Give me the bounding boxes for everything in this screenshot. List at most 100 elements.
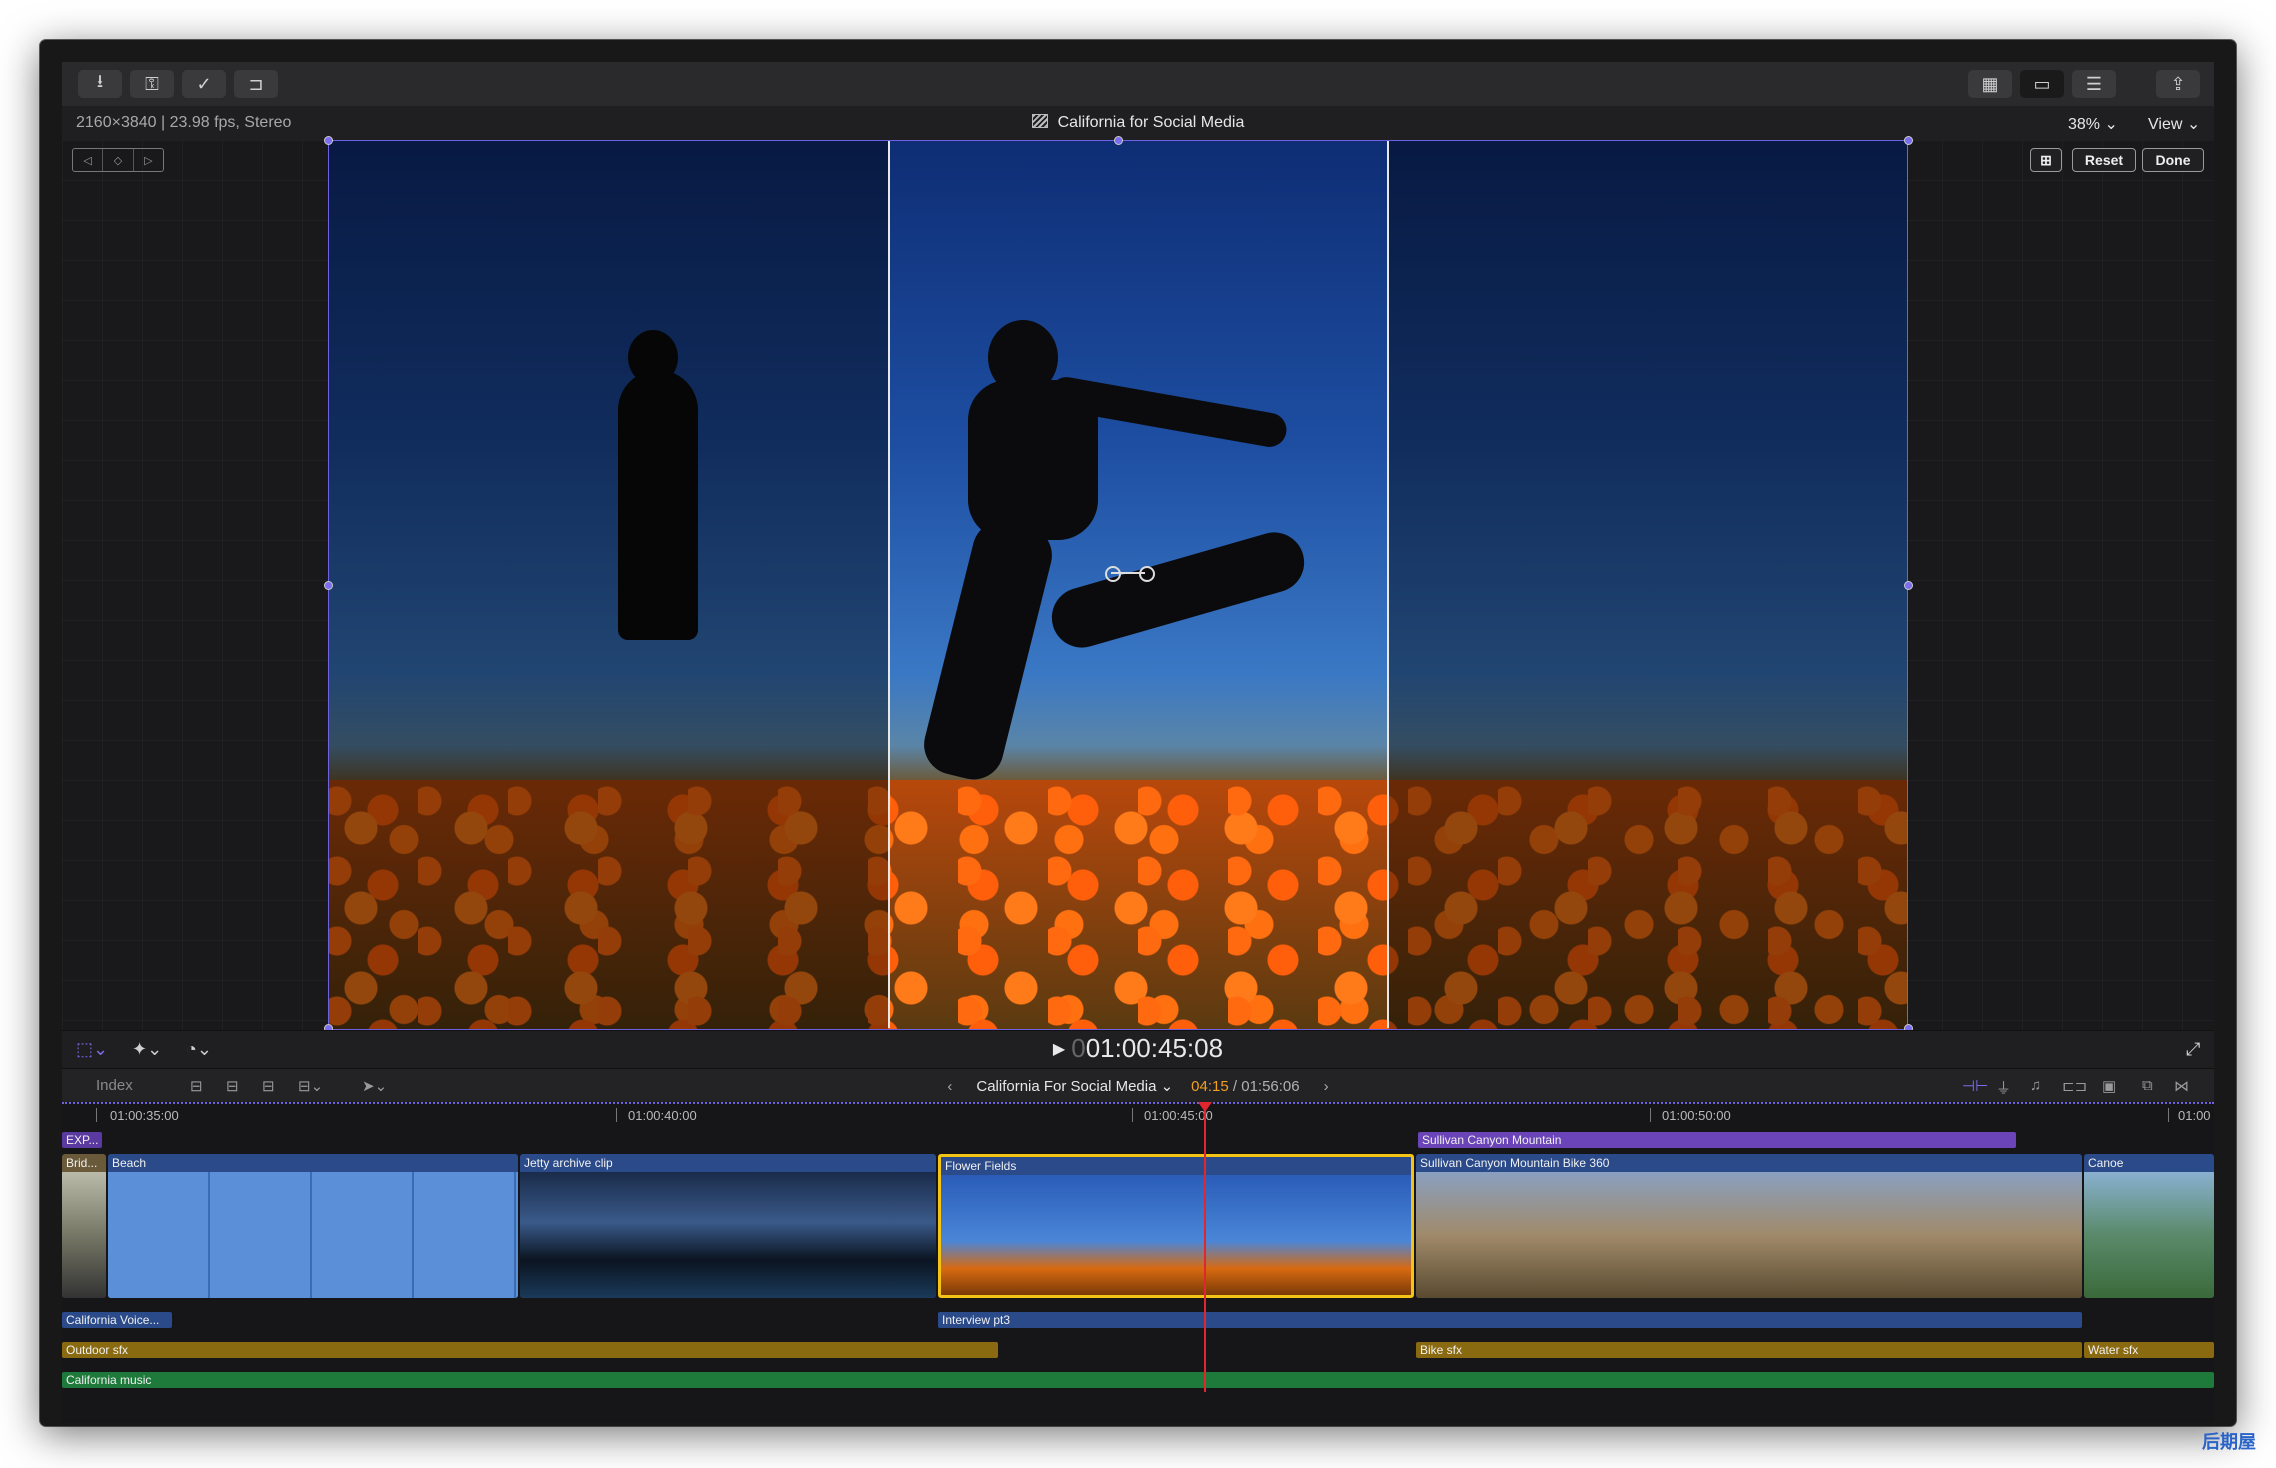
analyze-icon: ✓ bbox=[196, 73, 212, 94]
clip-bridge[interactable]: Brid... bbox=[62, 1154, 106, 1298]
ruler-label: 01:00:35:00 bbox=[110, 1108, 179, 1123]
share-icon: ⇪ bbox=[2170, 73, 2186, 94]
clip-thumbnails bbox=[1416, 1172, 2082, 1298]
transform-handle-mr[interactable] bbox=[1904, 581, 1913, 590]
keywords-icon: ⚿ bbox=[145, 73, 159, 94]
timeline-ruler[interactable]: 01:00:35:00 01:00:40:00 01:00:45:00 01:0… bbox=[62, 1102, 2214, 1124]
crop-mode-icon: ⊞ bbox=[2040, 151, 2052, 168]
zoom-menu[interactable]: 38% ⌄ bbox=[2068, 114, 2118, 134]
snapping-icon[interactable]: ⊏⊐ bbox=[2062, 1077, 2087, 1095]
effects-browser-icon[interactable]: ⧉ bbox=[2142, 1077, 2153, 1094]
app-window: ⭳ ⚿ ✓ ⊐ ▦ ▭ ☰ ⇪ 2160×3840 | 23.98 fps, S… bbox=[40, 40, 2236, 1426]
audio-california-voice[interactable]: California Voice... bbox=[62, 1312, 172, 1328]
clip-thumbnails bbox=[108, 1172, 518, 1298]
done-button[interactable]: Done bbox=[2142, 148, 2204, 172]
reset-button[interactable]: Reset bbox=[2072, 148, 2136, 172]
inspector-icon: ☰ bbox=[2085, 73, 2103, 94]
previous-keyframe-icon[interactable]: ◁ bbox=[73, 149, 104, 171]
anchor-point-icon[interactable] bbox=[1105, 566, 1121, 582]
ruler-tick bbox=[2168, 1108, 2169, 1122]
clip-label: Sullivan Canyon Mountain Bike 360 bbox=[1420, 1156, 1610, 1170]
audio-skimming-icon[interactable]: ⏚ bbox=[1996, 1077, 2011, 1098]
playhead[interactable] bbox=[1204, 1102, 1206, 1392]
project-duration: / 01:56:06 bbox=[1232, 1078, 1300, 1095]
share-tag-icon: ⊐ bbox=[248, 73, 264, 94]
crop-region[interactable] bbox=[888, 140, 1389, 1028]
ruler-tick bbox=[1132, 1108, 1133, 1122]
audio-california-music[interactable]: California music bbox=[62, 1372, 2214, 1388]
ruler-label: 01:00 bbox=[2178, 1108, 2211, 1123]
view-menu[interactable]: View ⌄ bbox=[2148, 114, 2200, 134]
crop-mode-button[interactable]: ⊞ bbox=[2030, 148, 2062, 172]
clip-sullivan-bike[interactable]: Sullivan Canyon Mountain Bike 360 bbox=[1416, 1154, 2082, 1298]
transport-bar: ⬚⌄ ✦⌄ ◔⌄ ▶ 001:00:45:08 ⤢ bbox=[62, 1030, 2214, 1069]
project-navigator: ‹ California For Social Media ⌄ 04:15 / 01… bbox=[62, 1077, 2214, 1095]
ruler-tick bbox=[616, 1108, 617, 1122]
keywords-button[interactable]: ⚿ bbox=[130, 70, 174, 98]
clip-label: Flower Fields bbox=[945, 1159, 1017, 1173]
viewer: ◁ ◇ ▷ ⊞ Reset Done bbox=[62, 136, 2214, 1033]
timeline-project-name[interactable]: California For Social Media ⌄ bbox=[976, 1078, 1173, 1095]
skimming-icon[interactable]: ⊣⊢ bbox=[1962, 1077, 1988, 1095]
current-position: 04:15 bbox=[1191, 1078, 1229, 1095]
video-frame[interactable] bbox=[328, 140, 1908, 1030]
share-tag-button[interactable]: ⊐ bbox=[234, 70, 278, 98]
grid-view-button[interactable]: ▦ bbox=[1968, 70, 2012, 98]
crop-dim-left bbox=[328, 140, 888, 1030]
share-button[interactable]: ⇪ bbox=[2156, 70, 2200, 98]
keyframe-controls: ◁ ◇ ▷ bbox=[72, 148, 164, 172]
clip-label: Canoe bbox=[2088, 1156, 2124, 1170]
connected-title-exp[interactable]: EXP... bbox=[62, 1132, 102, 1148]
playhead-marker[interactable] bbox=[1198, 1102, 1212, 1112]
add-keyframe-icon[interactable]: ◇ bbox=[103, 149, 134, 171]
audio-bike-sfx[interactable]: Bike sfx bbox=[1416, 1342, 2082, 1358]
watermark: 后期屋 bbox=[2202, 1432, 2256, 1452]
next-keyframe-icon[interactable]: ▷ bbox=[134, 149, 163, 171]
timecode: 01:00:45:08 bbox=[1085, 1033, 1224, 1063]
final-cut-pro: ⭳ ⚿ ✓ ⊐ ▦ ▭ ☰ ⇪ 2160×3840 | 23.98 fps, S… bbox=[62, 62, 2214, 1422]
audio-water-sfx[interactable]: Water sfx bbox=[2084, 1342, 2214, 1358]
filmstrip-view-button[interactable]: ▭ bbox=[2020, 70, 2064, 98]
project-title: California for Social Media bbox=[1057, 114, 1245, 131]
clip-flower-fields[interactable]: Flower Fields bbox=[938, 1154, 1414, 1298]
audio-interview-pt3[interactable]: Interview pt3 bbox=[938, 1312, 2082, 1328]
clip-label: Beach bbox=[112, 1156, 147, 1170]
viewer-title: California for Social Media bbox=[62, 114, 2214, 132]
play-icon[interactable]: ▶ bbox=[1053, 1041, 1065, 1058]
clip-thumbnails bbox=[520, 1172, 936, 1298]
import-button[interactable]: ⭳ bbox=[78, 70, 122, 98]
clip-label: Jetty archive clip bbox=[524, 1156, 613, 1170]
history-forward-icon[interactable]: › bbox=[1324, 1078, 1329, 1095]
analyze-button[interactable]: ✓ bbox=[182, 70, 226, 98]
fullscreen-icon[interactable]: ⤢ bbox=[2186, 1039, 2200, 1060]
connected-title-sullivan[interactable]: Sullivan Canyon Mountain bbox=[1418, 1132, 2016, 1148]
rotation-handle-icon[interactable] bbox=[1139, 566, 1155, 582]
grid-view-icon: ▦ bbox=[1981, 73, 1999, 94]
timecode-display[interactable]: ▶ 001:00:45:08 bbox=[62, 1033, 2214, 1064]
clip-canoe[interactable]: Canoe bbox=[2084, 1154, 2214, 1298]
audio-outdoor-sfx[interactable]: Outdoor sfx bbox=[62, 1342, 998, 1358]
ruler-tick bbox=[1650, 1108, 1651, 1122]
crop-dim-right bbox=[1389, 140, 1908, 1030]
transform-handle-ml[interactable] bbox=[324, 581, 333, 590]
inspector-button[interactable]: ☰ bbox=[2072, 70, 2116, 98]
clapper-icon bbox=[1031, 114, 1048, 128]
timeline-header: Index ⊟ ⊟ ⊟ ⊟⌄ ➤⌄ ‹ California For Social… bbox=[62, 1068, 2214, 1104]
ruler-tick bbox=[96, 1108, 97, 1122]
toolbar: ⭳ ⚿ ✓ ⊐ ▦ ▭ ☰ ⇪ bbox=[62, 62, 2214, 107]
solo-icon[interactable]: ♫ bbox=[2030, 1077, 2041, 1094]
clip-appearance-icon[interactable]: ▣ bbox=[2102, 1077, 2116, 1095]
viewer-info-bar: 2160×3840 | 23.98 fps, Stereo California… bbox=[62, 106, 2214, 140]
timeline: 01:00:35:00 01:00:40:00 01:00:45:00 01:0… bbox=[62, 1102, 2214, 1422]
history-back-icon[interactable]: ‹ bbox=[947, 1078, 952, 1095]
transform-handle-tc[interactable] bbox=[1114, 136, 1123, 145]
clip-jetty[interactable]: Jetty archive clip bbox=[520, 1154, 936, 1298]
import-icon: ⭳ bbox=[96, 71, 104, 91]
ruler-label: 01:00:50:00 bbox=[1662, 1108, 1731, 1123]
clip-thumbnails bbox=[62, 1172, 106, 1298]
ruler-label: 01:00:40:00 bbox=[628, 1108, 697, 1123]
transitions-browser-icon[interactable]: ⋈ bbox=[2174, 1077, 2189, 1095]
transform-handle-tr[interactable] bbox=[1904, 136, 1913, 145]
clip-beach[interactable]: Beach bbox=[108, 1154, 518, 1298]
transform-handle-tl[interactable] bbox=[324, 136, 333, 145]
